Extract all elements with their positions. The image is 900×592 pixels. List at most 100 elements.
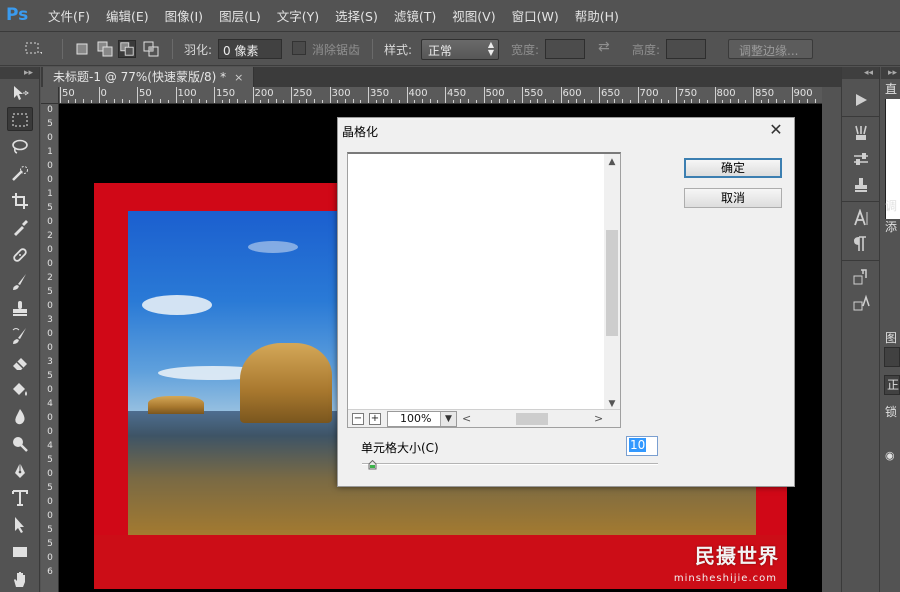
layer-filter-search-icon[interactable] bbox=[884, 347, 900, 367]
layers-panel-tab[interactable]: 图 bbox=[885, 329, 897, 346]
path-selection-tool[interactable] bbox=[0, 511, 40, 538]
ruler-minor-tick bbox=[722, 100, 724, 103]
cell-size-slider-track[interactable] bbox=[362, 463, 658, 465]
clone-source-icon[interactable] bbox=[842, 172, 879, 198]
cancel-button[interactable]: 取消 bbox=[684, 188, 782, 208]
style-select[interactable]: 正常 ▲ ▼ bbox=[421, 39, 499, 60]
paint-bucket-tool[interactable] bbox=[0, 376, 40, 403]
ruler-label: 5 bbox=[47, 371, 53, 381]
eraser-icon bbox=[13, 357, 27, 370]
brush-tool[interactable] bbox=[0, 268, 40, 295]
rectangular-marquee-tool[interactable] bbox=[0, 106, 40, 133]
cell-size-slider-thumb[interactable] bbox=[368, 459, 377, 470]
pen-tool[interactable] bbox=[0, 457, 40, 484]
filter-preview[interactable]: ▲ ▼ − + 100% ▼ < > bbox=[347, 152, 621, 428]
history-brush-tool[interactable] bbox=[0, 322, 40, 349]
refine-edge-button[interactable]: 调整边缘... bbox=[728, 39, 813, 59]
adjustments-panel-tab[interactable]: 调 bbox=[885, 197, 897, 214]
pen-icon bbox=[15, 462, 25, 478]
menu-window[interactable]: 窗口(W) bbox=[504, 0, 567, 32]
menu-select[interactable]: 选择(S) bbox=[327, 0, 386, 32]
paragraph-styles-icon[interactable] bbox=[842, 290, 879, 316]
ruler-major-tick bbox=[599, 87, 600, 103]
toolbox-collapse-icon[interactable]: ▸▸ bbox=[0, 67, 39, 79]
marquee-tool-preset-icon[interactable] bbox=[24, 40, 43, 58]
new-selection-icon[interactable] bbox=[73, 40, 91, 58]
rectangle-tool[interactable] bbox=[0, 538, 40, 565]
ok-button[interactable]: 确定 bbox=[684, 158, 782, 178]
visibility-eye-icon[interactable]: ◉ bbox=[885, 449, 895, 462]
zoom-level-select[interactable]: 100% ▼ bbox=[387, 411, 457, 427]
ruler-major-tick bbox=[753, 87, 754, 103]
menu-help[interactable]: 帮助(H) bbox=[567, 0, 627, 32]
swap-dimensions-icon[interactable]: ⇄ bbox=[598, 39, 610, 55]
paragraph-panel-icon[interactable] bbox=[842, 231, 879, 257]
ruler-minor-tick bbox=[706, 100, 708, 103]
ruler-minor-tick bbox=[460, 99, 462, 103]
menu-view[interactable]: 视图(V) bbox=[444, 0, 503, 32]
quick-selection-tool[interactable] bbox=[0, 160, 40, 187]
panel-collapse-icon[interactable]: ▸▸ bbox=[881, 67, 900, 79]
height-input[interactable] bbox=[666, 39, 706, 59]
horizontal-scroll-thumb[interactable] bbox=[516, 413, 548, 425]
menu-type[interactable]: 文字(Y) bbox=[269, 0, 327, 32]
ruler-minor-tick bbox=[468, 99, 470, 103]
ruler-origin[interactable] bbox=[41, 87, 59, 104]
watermark-url: minsheshijie.com bbox=[673, 573, 777, 584]
document-tab[interactable]: 未标题-1 @ 77%(快速蒙版/8) * × bbox=[43, 67, 255, 87]
add-to-selection-icon[interactable] bbox=[96, 40, 114, 58]
cell-size-input[interactable]: 10 bbox=[626, 436, 658, 456]
close-tab-icon[interactable]: × bbox=[234, 71, 243, 84]
menu-edit[interactable]: 编辑(E) bbox=[98, 0, 157, 32]
dock-collapse-icon[interactable]: ◂◂ bbox=[842, 67, 879, 79]
zoom-level-value: 100% bbox=[400, 412, 432, 425]
intersect-selection-icon[interactable] bbox=[142, 40, 160, 58]
blend-mode-select[interactable]: 正 bbox=[884, 375, 900, 395]
menu-image[interactable]: 图像(I) bbox=[157, 0, 211, 32]
histogram-panel-tab[interactable]: 直 bbox=[885, 80, 897, 97]
ruler-minor-tick bbox=[568, 100, 570, 103]
antialias-checkbox[interactable] bbox=[292, 41, 306, 55]
scroll-right-icon[interactable]: > bbox=[594, 412, 603, 425]
adjustments-sliders-icon[interactable] bbox=[842, 146, 879, 172]
eraser-tool[interactable] bbox=[0, 349, 40, 376]
ruler-major-tick bbox=[522, 87, 523, 103]
lasso-tool[interactable] bbox=[0, 133, 40, 160]
feather-input[interactable]: 0 像素 bbox=[218, 39, 282, 59]
menu-file[interactable]: 文件(F) bbox=[40, 0, 98, 32]
hand-tool[interactable] bbox=[0, 565, 40, 592]
width-input[interactable] bbox=[545, 39, 585, 59]
preview-zoom-bar: − + 100% ▼ < > bbox=[348, 409, 620, 427]
vertical-scroll-thumb[interactable] bbox=[606, 230, 618, 336]
ruler-minor-tick bbox=[421, 99, 423, 103]
ruler-label: 2 bbox=[47, 273, 53, 283]
crop-tool[interactable] bbox=[0, 187, 40, 214]
eyedropper-icon bbox=[14, 219, 28, 236]
spot-healing-tool[interactable] bbox=[0, 241, 40, 268]
menu-layer[interactable]: 图层(L) bbox=[211, 0, 269, 32]
dodge-tool[interactable] bbox=[0, 430, 40, 457]
play-action-icon[interactable] bbox=[842, 87, 879, 113]
menu-filter[interactable]: 滤镜(T) bbox=[386, 0, 444, 32]
clone-stamp-tool[interactable] bbox=[0, 295, 40, 322]
chevron-down-icon[interactable]: ▼ bbox=[440, 412, 456, 426]
zoom-in-button[interactable]: + bbox=[369, 413, 381, 425]
ruler-label: 50 bbox=[139, 88, 152, 99]
subtract-from-selection-icon[interactable] bbox=[118, 40, 136, 58]
eyedropper-tool[interactable] bbox=[0, 214, 40, 241]
character-panel-icon[interactable] bbox=[842, 205, 879, 231]
character-styles-icon[interactable] bbox=[842, 264, 879, 290]
vertical-ruler[interactable]: 0 5 0 1 0 0 1 5 0 2 0 0 2 5 0 3 0 0 3 5 0 4 0 0 4 5 0 5 0 0 5 5 0 6 bbox=[41, 104, 59, 592]
ruler-minor-tick bbox=[83, 99, 85, 103]
brush-presets-icon[interactable] bbox=[842, 120, 879, 146]
preview-vertical-scrollbar[interactable]: ▲ ▼ bbox=[604, 154, 620, 412]
type-tool[interactable] bbox=[0, 484, 40, 511]
blur-tool[interactable] bbox=[0, 403, 40, 430]
close-icon[interactable]: ✕ bbox=[766, 120, 786, 140]
zoom-out-button[interactable]: − bbox=[352, 413, 364, 425]
horizontal-ruler[interactable]: 50 0 50 100 150 200 250 300 350 400 450 500 550 600 65… bbox=[59, 87, 822, 104]
move-tool[interactable] bbox=[0, 79, 40, 106]
scroll-up-icon[interactable]: ▲ bbox=[604, 154, 620, 170]
ruler-label: 5 bbox=[47, 539, 53, 549]
scroll-left-icon[interactable]: < bbox=[462, 412, 471, 425]
